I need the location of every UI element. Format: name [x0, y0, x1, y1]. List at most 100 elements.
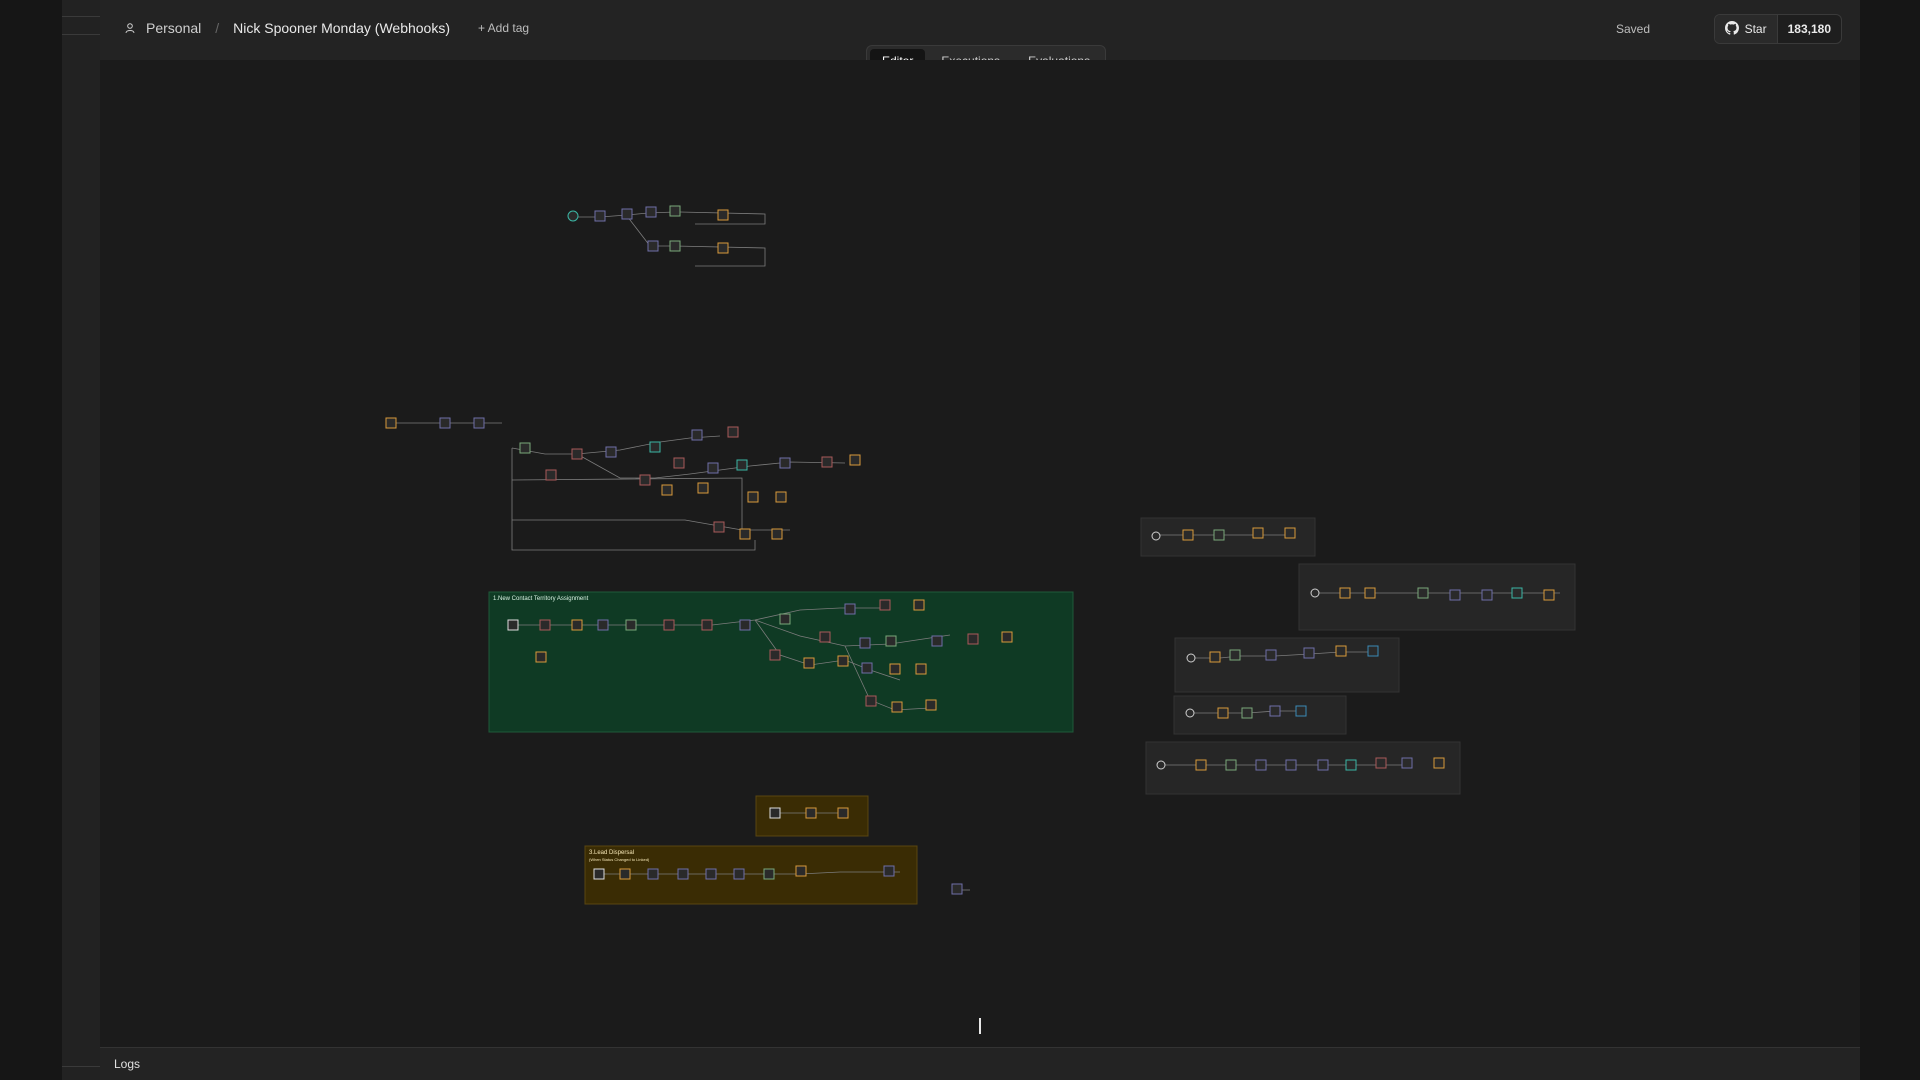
workflow-node[interactable]	[545, 469, 557, 481]
workflow-node[interactable]	[707, 462, 719, 474]
workflow-node[interactable]	[861, 662, 873, 674]
workflow-node[interactable]	[1449, 589, 1461, 601]
workflow-node[interactable]	[717, 209, 729, 221]
workflow-node[interactable]	[1241, 707, 1253, 719]
workflow-node[interactable]	[795, 865, 807, 877]
workflow-node[interactable]	[733, 868, 745, 880]
workflow-node[interactable]	[1481, 589, 1493, 601]
workflow-node[interactable]	[519, 442, 531, 454]
workflow-node[interactable]	[769, 649, 781, 661]
workflow-node[interactable]	[931, 635, 943, 647]
workflow-node[interactable]	[747, 491, 759, 503]
workflow-node[interactable]	[1229, 649, 1241, 661]
workflow-node[interactable]	[865, 695, 877, 707]
workflow-node[interactable]	[385, 417, 397, 429]
workflow-node[interactable]	[1185, 708, 1195, 718]
workflow-node[interactable]	[571, 448, 583, 460]
workflow-title[interactable]: Nick Spooner Monday (Webhooks)	[233, 20, 450, 36]
workflow-node[interactable]	[1433, 757, 1445, 769]
workflow-node[interactable]	[727, 426, 739, 438]
logs-panel[interactable]: Logs	[100, 1047, 1860, 1080]
workflow-node[interactable]	[1255, 759, 1267, 771]
workflow-node[interactable]	[779, 613, 791, 625]
workflow-node[interactable]	[739, 528, 751, 540]
workflow-node[interactable]	[779, 457, 791, 469]
github-star-button[interactable]: Star	[1714, 15, 1778, 43]
workflow-node[interactable]	[913, 599, 925, 611]
workflow-node[interactable]	[805, 807, 817, 819]
workflow-node[interactable]	[605, 446, 617, 458]
workflow-node[interactable]	[535, 651, 547, 663]
workflow-node[interactable]	[1310, 588, 1320, 598]
workflow-node[interactable]	[1339, 587, 1351, 599]
workflow-node[interactable]	[819, 631, 831, 643]
add-tag-button[interactable]: + Add tag	[478, 21, 529, 35]
workflow-node[interactable]	[639, 474, 651, 486]
workflow-node[interactable]	[1195, 759, 1207, 771]
workflow-node[interactable]	[775, 491, 787, 503]
workflow-node[interactable]	[1345, 759, 1357, 771]
workflow-node[interactable]	[701, 619, 713, 631]
workflow-node[interactable]	[967, 633, 979, 645]
workflow-node[interactable]	[1209, 651, 1221, 663]
panel-right-5[interactable]	[1145, 741, 1461, 795]
workflow-node[interactable]	[821, 456, 833, 468]
workflow-node[interactable]	[713, 521, 725, 533]
workflow-node[interactable]	[951, 883, 963, 895]
workflow-node[interactable]	[1284, 527, 1296, 539]
workflow-node[interactable]	[593, 868, 605, 880]
workflow-node[interactable]	[647, 240, 659, 252]
workflow-node[interactable]	[739, 619, 751, 631]
workflow-node[interactable]	[1001, 631, 1013, 643]
workflow-node[interactable]	[649, 441, 661, 453]
logs-label[interactable]: Logs	[114, 1057, 140, 1071]
workflow-node[interactable]	[891, 701, 903, 713]
workflow-node[interactable]	[717, 242, 729, 254]
workflow-node[interactable]	[849, 454, 861, 466]
workflow-node[interactable]	[594, 210, 606, 222]
workflow-node[interactable]	[661, 484, 673, 496]
workflow-node[interactable]	[1401, 757, 1413, 769]
workflow-node[interactable]	[915, 663, 927, 675]
workflow-node[interactable]	[507, 619, 519, 631]
workflow-node[interactable]	[1151, 531, 1161, 541]
workflow-node[interactable]	[439, 417, 451, 429]
workflow-node[interactable]	[621, 208, 633, 220]
workflow-node[interactable]	[803, 657, 815, 669]
workflow-node[interactable]	[625, 619, 637, 631]
workflow-node[interactable]	[1511, 587, 1523, 599]
workflow-node[interactable]	[673, 457, 685, 469]
workflow-node[interactable]	[645, 206, 657, 218]
workflow-canvas[interactable]: 1.New Contact Territory Assignment 3.Lea…	[100, 60, 1860, 1050]
workflow-node[interactable]	[763, 868, 775, 880]
workflow-node[interactable]	[837, 807, 849, 819]
workflow-node[interactable]	[736, 459, 748, 471]
workflow-node[interactable]	[1417, 587, 1429, 599]
workflow-node[interactable]	[769, 807, 781, 819]
workflow-node[interactable]	[879, 599, 891, 611]
workflow-node[interactable]	[1217, 707, 1229, 719]
workflow-node[interactable]	[571, 619, 583, 631]
workflow-node[interactable]	[677, 868, 689, 880]
workflow-node[interactable]	[1269, 705, 1281, 717]
workflow-node[interactable]	[619, 868, 631, 880]
workflow-node[interactable]	[837, 655, 849, 667]
workflow-node[interactable]	[1375, 757, 1387, 769]
workflow-node[interactable]	[1265, 649, 1277, 661]
workflow-node[interactable]	[1156, 760, 1166, 770]
workflow-node[interactable]	[1182, 529, 1194, 541]
workflow-node[interactable]	[691, 429, 703, 441]
workflow-node[interactable]	[473, 417, 485, 429]
workflow-node[interactable]	[567, 210, 579, 222]
workflow-node[interactable]	[539, 619, 551, 631]
workflow-node[interactable]	[925, 699, 937, 711]
workflow-node[interactable]	[1295, 705, 1307, 717]
workflow-node[interactable]	[1335, 645, 1347, 657]
workflow-node[interactable]	[1186, 653, 1196, 663]
workflow-node[interactable]	[663, 619, 675, 631]
panel-right-3[interactable]	[1174, 637, 1400, 693]
workflow-graph[interactable]: 1.New Contact Territory Assignment 3.Lea…	[100, 60, 1860, 1050]
workflow-node[interactable]	[1285, 759, 1297, 771]
workflow-node[interactable]	[1367, 645, 1379, 657]
workflow-node[interactable]	[597, 619, 609, 631]
